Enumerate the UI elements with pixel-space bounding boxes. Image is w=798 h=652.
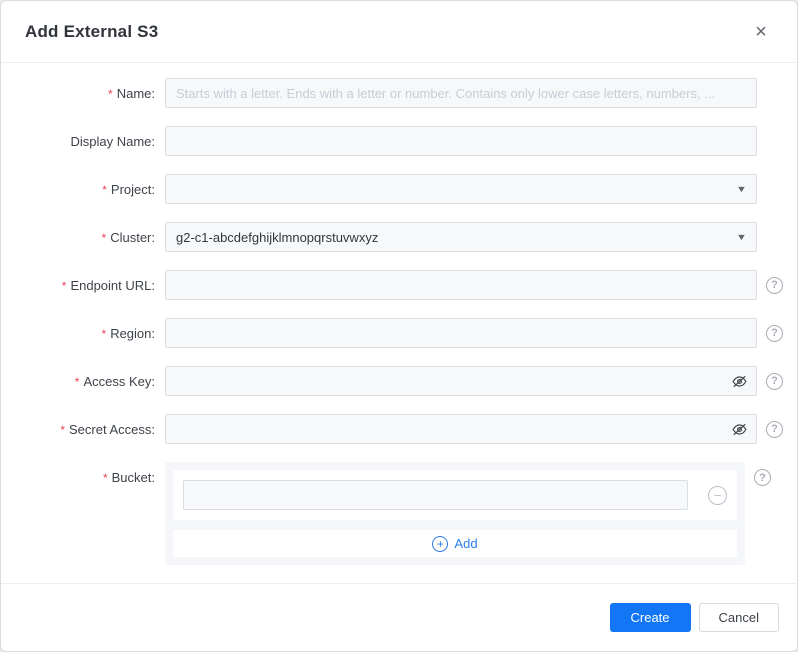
- name-row: * Name:: [1, 78, 797, 108]
- label-text: Display Name:: [70, 133, 155, 149]
- required-marker: *: [74, 374, 80, 389]
- eye-off-icon[interactable]: [730, 420, 748, 438]
- label-text: Access Key:: [83, 373, 155, 389]
- region-row: * Region: ?: [1, 318, 797, 348]
- display-name-input[interactable]: [165, 126, 757, 156]
- dialog-body: *Name: Display Name: *Project: ▼: [1, 63, 797, 583]
- access-key-help-icon[interactable]: ?: [766, 372, 783, 390]
- bucket-label: * Bucket:: [1, 462, 161, 485]
- access-key-row: * Access Key: ?: [1, 366, 797, 396]
- endpoint-url-input[interactable]: [165, 270, 757, 300]
- display-name-label: Display Name:: [1, 134, 161, 149]
- project-label: * Project:: [1, 182, 161, 197]
- endpoint-url-row: * Endpoint URL: ?: [1, 270, 797, 300]
- project-select[interactable]: ▼: [165, 174, 757, 204]
- secret-access-row: * Secret Access: ?: [1, 414, 797, 444]
- label-text: Name:: [116, 85, 155, 101]
- add-external-s3-dialog: Add External S3 × *Name: Display Name: *…: [0, 0, 798, 652]
- secret-access-control: [165, 414, 757, 444]
- name-label: * Name:: [1, 86, 161, 101]
- endpoint-url-help-icon[interactable]: ?: [766, 276, 783, 294]
- name-input[interactable]: [165, 78, 757, 108]
- plus-icon: +: [432, 535, 449, 552]
- display-name-row: Display Name:: [1, 126, 797, 156]
- bucket-help-icon[interactable]: ?: [754, 469, 771, 486]
- eye-off-icon[interactable]: [730, 372, 748, 390]
- cancel-button[interactable]: Cancel: [698, 603, 779, 632]
- required-marker: *: [101, 326, 107, 341]
- access-key-label: * Access Key:: [1, 374, 161, 389]
- label-text: Secret Access:: [69, 421, 155, 437]
- required-marker: *: [108, 86, 113, 101]
- required-marker: *: [101, 230, 107, 245]
- region-help-icon[interactable]: ?: [766, 324, 783, 342]
- endpoint-url-control: [165, 270, 757, 300]
- chevron-down-icon: ▼: [735, 184, 748, 194]
- question-mark: ?: [771, 423, 778, 435]
- required-marker: *: [102, 471, 108, 485]
- bucket-row: * Bucket: − + Add ?: [1, 462, 797, 565]
- secret-access-label: * Secret Access:: [1, 422, 161, 437]
- cluster-label: * Cluster:: [1, 230, 161, 245]
- bucket-panel: − + Add: [165, 462, 745, 565]
- question-mark: ?: [771, 279, 778, 291]
- close-icon[interactable]: ×: [749, 20, 773, 44]
- dialog-header: Add External S3 ×: [1, 1, 797, 63]
- label-text: Project:: [110, 181, 155, 197]
- bucket-item: −: [173, 470, 737, 520]
- add-bucket-button[interactable]: + Add: [173, 530, 737, 557]
- project-row: * Project: ▼: [1, 174, 797, 204]
- remove-bucket-button[interactable]: −: [708, 485, 727, 505]
- cluster-select[interactable]: g2-c1-abcdefghijklmnopqrstuvwxyz ▼: [165, 222, 757, 252]
- cluster-row: * Cluster: g2-c1-abcdefghijklmnopqrstuvwx…: [1, 222, 797, 252]
- question-mark: ?: [771, 327, 778, 339]
- minus-icon: −: [713, 487, 722, 503]
- dialog-footer: Create Cancel: [1, 583, 797, 651]
- cluster-select-value: g2-c1-abcdefghijklmnopqrstuvwxyz: [176, 229, 379, 245]
- name-control: [165, 78, 757, 108]
- endpoint-url-label: * Endpoint URL:: [1, 278, 161, 293]
- required-marker: *: [61, 278, 67, 293]
- label-text: Region:: [110, 325, 155, 341]
- cluster-control: g2-c1-abcdefghijklmnopqrstuvwxyz ▼: [165, 222, 757, 252]
- add-bucket-label: Add: [454, 536, 478, 551]
- label-text: Bucket:: [111, 470, 155, 485]
- region-control: [165, 318, 757, 348]
- secret-access-help-icon[interactable]: ?: [766, 420, 783, 438]
- label-text: Endpoint URL:: [70, 277, 155, 293]
- secret-access-input[interactable]: [165, 414, 757, 444]
- required-marker: *: [60, 422, 66, 437]
- dialog-title: Add External S3: [25, 21, 159, 41]
- chevron-down-icon: ▼: [735, 232, 748, 242]
- question-mark: ?: [759, 471, 766, 484]
- required-marker: *: [102, 182, 107, 197]
- create-button[interactable]: Create: [609, 603, 691, 632]
- access-key-input[interactable]: [165, 366, 757, 396]
- project-control: ▼: [165, 174, 757, 204]
- label-text: Cluster:: [110, 229, 155, 245]
- display-name-control: [165, 126, 757, 156]
- region-label: * Region:: [1, 326, 161, 341]
- question-mark: ?: [771, 375, 778, 387]
- access-key-control: [165, 366, 757, 396]
- region-input[interactable]: [165, 318, 757, 348]
- bucket-input[interactable]: [183, 480, 688, 510]
